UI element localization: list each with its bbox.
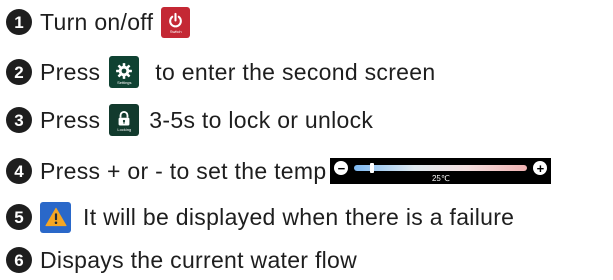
temp-plus-button[interactable]: + bbox=[533, 161, 548, 175]
instruction-text: Dispays the current water flow bbox=[40, 246, 358, 273]
temperature-slider[interactable]: − + 25℃ bbox=[330, 158, 552, 184]
settings-button[interactable]: Settings bbox=[109, 56, 140, 88]
instruction-text: Turn on/off bbox=[40, 8, 154, 35]
step-number: 3 bbox=[6, 107, 32, 133]
lock-icon bbox=[118, 111, 130, 126]
instruction-row-3: 3 Press Locking 3-5s to lock or unlock bbox=[6, 100, 373, 140]
instruction-text: It will be displayed when there is a fai… bbox=[83, 203, 515, 230]
instruction-text-after: to enter the second screen bbox=[155, 58, 436, 85]
temp-thumb[interactable] bbox=[369, 163, 374, 173]
icon-caption: Settings bbox=[117, 79, 132, 85]
instruction-text-before: Press bbox=[40, 58, 101, 85]
icon-caption: Locking bbox=[117, 127, 132, 132]
power-switch-button[interactable]: Switch bbox=[161, 6, 191, 38]
temp-value: 25℃ bbox=[431, 174, 450, 183]
instruction-row-4: 4 Press + or - to set the temp − + 25℃ bbox=[6, 151, 552, 191]
step-number: 5 bbox=[6, 204, 32, 230]
step-number: 1 bbox=[6, 9, 32, 35]
instruction-text-after: 3-5s to lock or unlock bbox=[149, 106, 374, 133]
step-number: 6 bbox=[6, 247, 32, 273]
power-icon bbox=[169, 12, 183, 28]
step-number: 2 bbox=[6, 59, 32, 85]
instruction-text-before: Press bbox=[40, 106, 101, 133]
temp-track[interactable] bbox=[354, 165, 528, 171]
failure-indicator bbox=[40, 201, 71, 233]
instruction-row-2: 2 Press Settings to enter the second scr… bbox=[6, 52, 435, 92]
temp-minus-button[interactable]: − bbox=[334, 161, 349, 175]
warning-icon bbox=[44, 207, 67, 227]
step-number: 4 bbox=[6, 158, 32, 184]
instruction-row-5: 5 It will be displayed when there is a f… bbox=[6, 197, 514, 237]
instruction-row-6: 6 Dispays the current water flow bbox=[6, 240, 357, 280]
instruction-row-1: 1 Turn on/off Switch bbox=[6, 2, 191, 42]
gear-icon bbox=[116, 62, 133, 79]
instruction-text: Press + or - to set the temp bbox=[40, 157, 327, 184]
lock-button[interactable]: Locking bbox=[109, 104, 140, 136]
icon-caption: Switch bbox=[169, 29, 182, 34]
